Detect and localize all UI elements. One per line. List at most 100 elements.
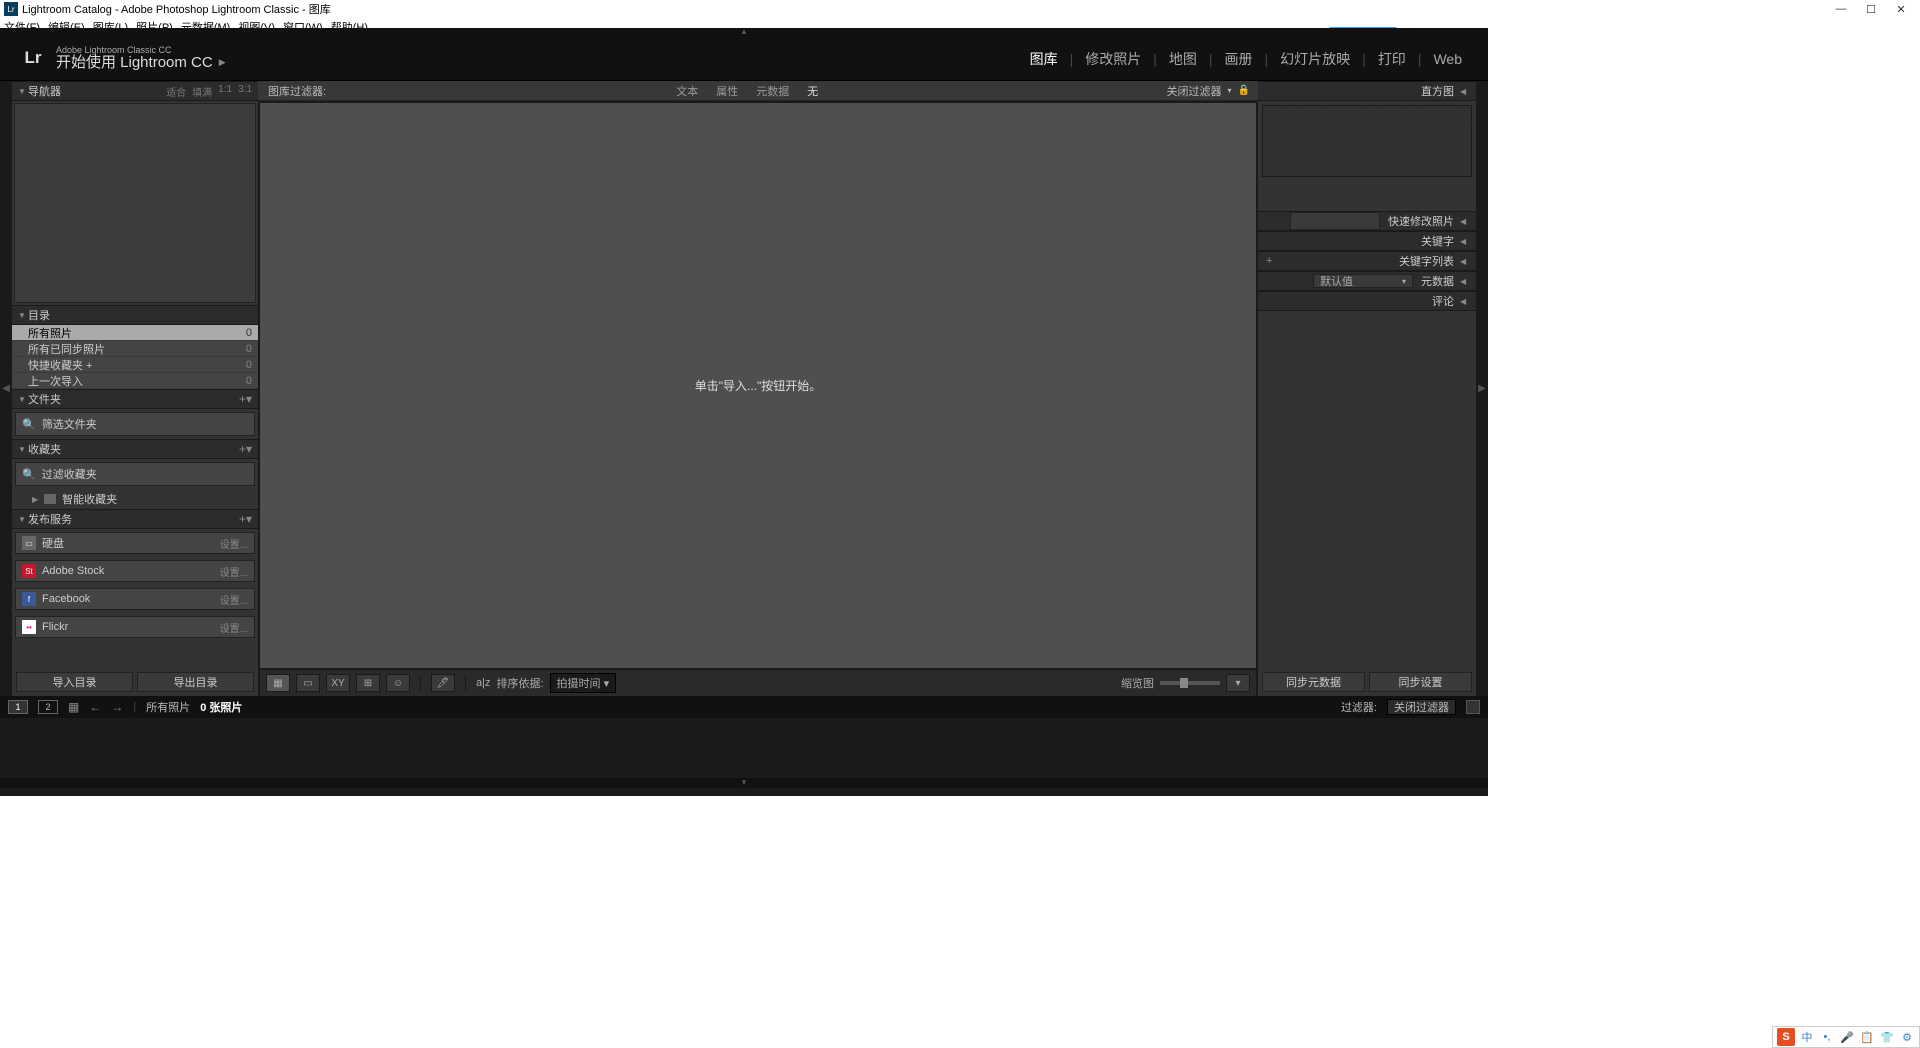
module-develop[interactable]: 修改照片 bbox=[1073, 36, 1153, 81]
thumbnail-size-slider[interactable] bbox=[1160, 681, 1220, 685]
filmstrip-info-bar: 1 2 ▦ ← → | 所有照片 0 张照片 过滤器: 关闭过滤器 bbox=[0, 696, 1488, 718]
publish-harddisk[interactable]: ▭硬盘设置... bbox=[15, 532, 255, 554]
minimize-button[interactable]: — bbox=[1826, 3, 1856, 15]
export-catalog-button[interactable]: 导出目录 bbox=[137, 672, 254, 692]
sort-label: 排序依据: bbox=[496, 675, 543, 691]
collections-header[interactable]: ▼ 收藏夹 +▾ bbox=[12, 439, 258, 459]
publish-flickr[interactable]: ••Flickr设置... bbox=[15, 616, 255, 638]
go-back-button[interactable]: ← bbox=[89, 700, 101, 714]
quick-develop-header[interactable]: 快速修改照片 ◀ bbox=[1258, 211, 1476, 231]
filter-switch-icon[interactable] bbox=[1466, 700, 1480, 714]
add-publish-icon[interactable]: +▾ bbox=[239, 512, 252, 526]
metadata-preset-dropdown[interactable]: 默认值▾ bbox=[1313, 274, 1413, 288]
histogram-header[interactable]: 直方图 ◀ bbox=[1258, 81, 1476, 101]
filter-attribute[interactable]: 属性 bbox=[716, 83, 738, 99]
module-picker-bar: Lr Adobe Lightroom Classic CC 开始使用 Light… bbox=[0, 36, 1488, 81]
add-folder-icon[interactable]: +▾ bbox=[239, 392, 252, 406]
module-print[interactable]: 打印 bbox=[1366, 36, 1418, 81]
ime-punct[interactable]: •, bbox=[1819, 1031, 1835, 1043]
loupe-view-button[interactable]: ▭ bbox=[296, 674, 320, 692]
chevron-left-icon: ◀ bbox=[1460, 217, 1470, 226]
metadata-header[interactable]: 默认值▾ 元数据 ◀ bbox=[1258, 271, 1476, 291]
ime-voice-icon[interactable]: 🎤 bbox=[1839, 1031, 1855, 1044]
lock-icon[interactable]: 🔒 bbox=[1238, 85, 1250, 96]
bottom-panel-collapse[interactable]: ▼ bbox=[0, 778, 1488, 788]
filter-text[interactable]: 文本 bbox=[676, 83, 698, 99]
right-panel-collapse[interactable]: ▶ bbox=[1476, 81, 1488, 696]
filter-none[interactable]: 无 bbox=[807, 83, 818, 99]
sync-settings-button[interactable]: 同步设置 bbox=[1369, 672, 1472, 692]
module-slideshow[interactable]: 幻灯片放映 bbox=[1268, 36, 1362, 81]
filmstrip-filter-label: 过滤器: bbox=[1341, 699, 1377, 715]
filmstrip[interactable] bbox=[0, 718, 1488, 778]
chevron-right-icon: ▶ bbox=[219, 58, 226, 67]
painter-button[interactable]: 🖊 bbox=[431, 674, 455, 692]
toolbar-menu-button[interactable]: ▾ bbox=[1226, 674, 1250, 692]
chevron-left-icon: ◀ bbox=[1460, 257, 1470, 266]
keyword-list-header[interactable]: + 关键字列表 ◀ bbox=[1258, 251, 1476, 271]
import-catalog-button[interactable]: 导入目录 bbox=[16, 672, 133, 692]
catalog-last-import[interactable]: 上一次导入0 bbox=[12, 373, 258, 389]
module-web[interactable]: Web bbox=[1421, 36, 1474, 81]
top-panel-collapse[interactable]: ▲ bbox=[0, 28, 1488, 36]
navigator-preview bbox=[14, 103, 256, 303]
collection-filter-input[interactable]: 🔍 过滤收藏夹 bbox=[15, 462, 255, 486]
go-forward-button[interactable]: → bbox=[111, 700, 123, 714]
grid-small-icon[interactable]: ▦ bbox=[68, 700, 79, 714]
flickr-icon: •• bbox=[22, 620, 36, 634]
quick-preset[interactable] bbox=[1290, 212, 1380, 230]
keywords-header[interactable]: 关键字 ◀ bbox=[1258, 231, 1476, 251]
people-view-button[interactable]: ☺ bbox=[386, 674, 410, 692]
folders-header[interactable]: ▼ 文件夹 +▾ bbox=[12, 389, 258, 409]
catalog-all-photos[interactable]: 所有照片0 bbox=[12, 325, 258, 341]
filter-metadata[interactable]: 元数据 bbox=[756, 83, 789, 99]
lightroom-logo[interactable]: Lr Adobe Lightroom Classic CC 开始使用 Light… bbox=[20, 45, 226, 71]
second-window-button[interactable]: 2 bbox=[38, 700, 58, 714]
folder-filter-input[interactable]: 🔍 筛选文件夹 bbox=[15, 412, 255, 436]
sort-dropdown[interactable]: 拍摄时间 ▾ bbox=[550, 673, 617, 693]
ime-sogou-icon[interactable]: S bbox=[1777, 1028, 1795, 1046]
ime-settings-icon[interactable]: ⚙ bbox=[1899, 1031, 1915, 1044]
filmstrip-source[interactable]: 所有照片 bbox=[146, 699, 190, 715]
chevron-down-icon: ▼ bbox=[18, 515, 28, 524]
sort-direction-button[interactable]: a|z bbox=[476, 677, 490, 689]
ime-skin-icon[interactable]: 👕 bbox=[1879, 1031, 1895, 1044]
compare-view-button[interactable]: XY bbox=[326, 674, 350, 692]
ime-toolbar[interactable]: S 中 •, 🎤 📋 👕 ⚙ bbox=[1772, 1026, 1920, 1048]
harddisk-icon: ▭ bbox=[22, 536, 36, 550]
survey-view-button[interactable]: ⊞ bbox=[356, 674, 380, 692]
adobestock-icon: St bbox=[22, 564, 36, 578]
grid-view-canvas[interactable]: 单击"导入..."按钮开始。 bbox=[260, 103, 1256, 668]
ime-lang[interactable]: 中 bbox=[1799, 1029, 1815, 1045]
module-library[interactable]: 图库 bbox=[1018, 36, 1070, 81]
publish-adobestock[interactable]: StAdobe Stock设置... bbox=[15, 560, 255, 582]
maximize-button[interactable]: ☐ bbox=[1856, 3, 1886, 16]
module-book[interactable]: 画册 bbox=[1213, 36, 1265, 81]
close-button[interactable]: ✕ bbox=[1886, 3, 1916, 16]
comments-header[interactable]: 评论 ◀ bbox=[1258, 291, 1476, 311]
navigator-header[interactable]: ▼ 导航器 适合 填满 1:1 3:1 bbox=[12, 81, 258, 101]
chevron-down-icon: ▼ bbox=[18, 87, 28, 96]
filter-preset-dropdown[interactable]: 关闭过滤器 bbox=[1167, 83, 1222, 99]
main-window-button[interactable]: 1 bbox=[8, 700, 28, 714]
catalog-quick[interactable]: 快捷收藏夹 +0 bbox=[12, 357, 258, 373]
toolbar: ▦ ▭ XY ⊞ ☺ 🖊 a|z 排序依据: 拍摄时间 ▾ 缩览图 ▾ bbox=[260, 670, 1256, 696]
add-collection-icon[interactable]: +▾ bbox=[239, 442, 252, 456]
publish-header[interactable]: ▼ 发布服务 +▾ bbox=[12, 509, 258, 529]
chevron-down-icon: ▼ bbox=[18, 395, 28, 404]
filmstrip-filter-dropdown[interactable]: 关闭过滤器 bbox=[1387, 699, 1456, 715]
sync-metadata-button[interactable]: 同步元数据 bbox=[1262, 672, 1365, 692]
module-tabs: 图库| 修改照片| 地图| 画册| 幻灯片放映| 打印| Web bbox=[1018, 36, 1474, 81]
smart-collections[interactable]: ▶ 智能收藏夹 bbox=[12, 489, 258, 509]
ime-keyboard-icon[interactable]: 📋 bbox=[1859, 1031, 1875, 1044]
chevron-left-icon: ◀ bbox=[1460, 237, 1470, 246]
catalog-header[interactable]: ▼ 目录 bbox=[12, 305, 258, 325]
add-keyword-icon[interactable]: + bbox=[1266, 255, 1272, 267]
catalog-list: 所有照片0 所有已同步照片0 快捷收藏夹 +0 上一次导入0 bbox=[12, 325, 258, 389]
publish-facebook[interactable]: fFacebook设置... bbox=[15, 588, 255, 610]
grid-view-button[interactable]: ▦ bbox=[266, 674, 290, 692]
left-panel-collapse[interactable]: ◀ bbox=[0, 81, 12, 696]
window-titlebar: Lr Lightroom Catalog - Adobe Photoshop L… bbox=[0, 0, 1920, 18]
module-map[interactable]: 地图 bbox=[1157, 36, 1209, 81]
catalog-synced[interactable]: 所有已同步照片0 bbox=[12, 341, 258, 357]
